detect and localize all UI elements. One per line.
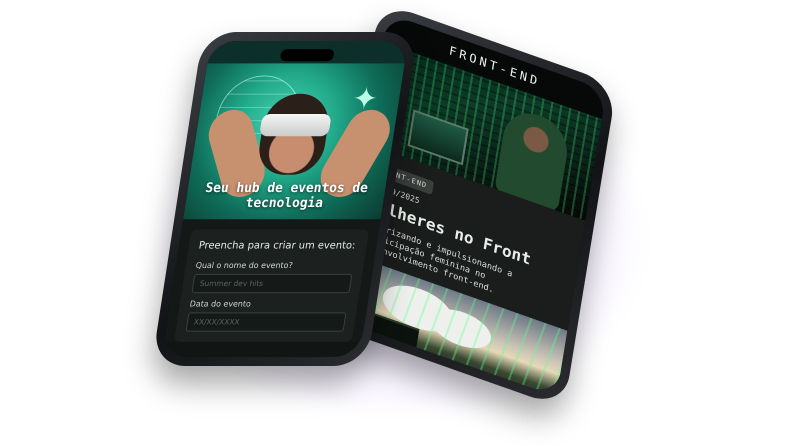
hero-title: Seu hub de eventos de tecnologia (204, 180, 369, 212)
form-section: Preencha para criar um evento: Qual o no… (164, 219, 381, 342)
event-name-input[interactable] (191, 273, 353, 294)
create-event-form: Preencha para criar um evento: Qual o no… (174, 229, 370, 342)
event-date-input[interactable] (185, 312, 347, 332)
dynamic-island (279, 49, 335, 62)
front-phone-screen: " ✦ Seu hub de eventos de tecnologia Pre… (161, 41, 409, 357)
form-heading: Preencha para criar um evento: (197, 240, 357, 252)
hero-banner: ✦ Seu hub de eventos de tecnologia (183, 63, 405, 220)
vr-headset-illustration (259, 113, 332, 137)
event-date-label: Data do evento (189, 299, 252, 309)
event-name-label: Qual o nome do evento? (195, 260, 294, 270)
